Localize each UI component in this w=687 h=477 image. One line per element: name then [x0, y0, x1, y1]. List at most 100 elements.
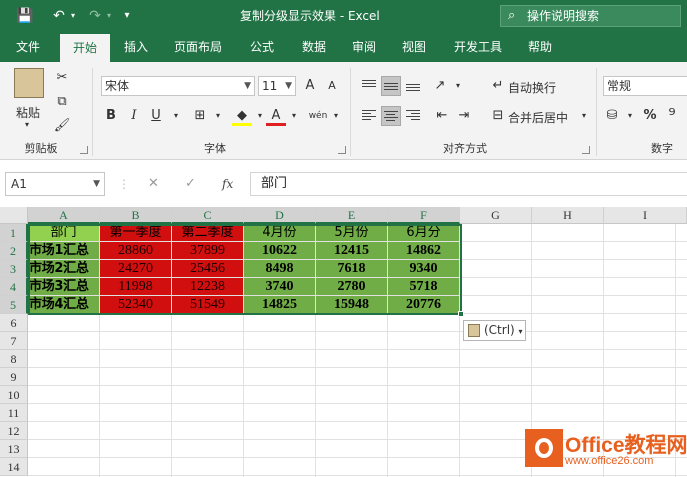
tab-review[interactable]: 审阅: [342, 32, 386, 62]
merge-center-button[interactable]: 合并后居中: [508, 109, 568, 126]
increase-indent-icon[interactable]: ⇥: [454, 106, 474, 126]
tab-file[interactable]: 文件: [6, 32, 50, 62]
tell-me-search[interactable]: ⌕ 操作说明搜索: [500, 5, 681, 27]
row-header-4[interactable]: 4: [0, 278, 28, 296]
row-header-3[interactable]: 3: [0, 260, 28, 278]
row-header-2[interactable]: 2: [0, 242, 28, 260]
column-header-i[interactable]: I: [604, 207, 687, 224]
cell-e5[interactable]: 15948: [316, 296, 388, 314]
wrap-text-icon[interactable]: ↵: [488, 76, 508, 96]
cell-f3[interactable]: 9340: [388, 260, 460, 278]
font-size-select[interactable]: 11 ▼: [258, 76, 296, 96]
select-all-corner[interactable]: [0, 207, 28, 224]
cell-d3[interactable]: 8498: [244, 260, 316, 278]
cell-f2[interactable]: 14862: [388, 242, 460, 260]
row-header-7[interactable]: 7: [0, 332, 28, 350]
cell-f4[interactable]: 5718: [388, 278, 460, 296]
accounting-format-icon[interactable]: ⛁: [602, 106, 622, 126]
cell-e1[interactable]: 5月份: [316, 224, 388, 242]
cell-e3[interactable]: 7618: [316, 260, 388, 278]
shrink-font-icon[interactable]: A: [322, 76, 342, 96]
undo-dropdown-icon[interactable]: ▾: [62, 6, 84, 26]
tab-page-layout[interactable]: 页面布局: [166, 32, 230, 62]
paste-options-button[interactable]: (Ctrl) ▾: [463, 320, 526, 341]
phonetic-dropdown-icon[interactable]: ▾: [326, 106, 346, 126]
cell-d4[interactable]: 3740: [244, 278, 316, 296]
merge-dropdown-icon[interactable]: ▾: [574, 106, 594, 126]
cell-e4[interactable]: 2780: [316, 278, 388, 296]
align-middle-icon[interactable]: [381, 76, 401, 96]
column-header-c[interactable]: C: [172, 207, 244, 224]
column-header-d[interactable]: D: [244, 207, 316, 224]
align-right-icon[interactable]: [403, 106, 423, 126]
font-launcher-icon[interactable]: [338, 146, 346, 154]
cell-b4[interactable]: 11998: [100, 278, 172, 296]
cell-c3[interactable]: 25456: [172, 260, 244, 278]
row-header-6[interactable]: 6: [0, 314, 28, 332]
cell-c4[interactable]: 12238: [172, 278, 244, 296]
formula-input[interactable]: 部门: [250, 172, 687, 196]
tab-home[interactable]: 开始: [60, 34, 110, 62]
name-box[interactable]: A1 ▼: [5, 172, 105, 196]
cell-a1[interactable]: 部门: [28, 224, 100, 242]
cell-d1[interactable]: 4月份: [244, 224, 316, 242]
orientation-icon[interactable]: ↗: [430, 76, 450, 96]
resize-handle-icon[interactable]: ⋮: [118, 172, 130, 196]
borders-dropdown-icon[interactable]: ▾: [208, 106, 228, 126]
cell-f5[interactable]: 20776: [388, 296, 460, 314]
enter-icon[interactable]: ✓: [185, 172, 196, 196]
row-header-9[interactable]: 9: [0, 368, 28, 386]
tab-help[interactable]: 帮助: [518, 32, 562, 62]
row-header-14[interactable]: 14: [0, 458, 28, 476]
orientation-dropdown-icon[interactable]: ▾: [448, 76, 468, 96]
bold-button[interactable]: B: [101, 106, 121, 126]
fill-color-icon[interactable]: ◆: [232, 106, 252, 126]
italic-button[interactable]: I: [124, 106, 144, 126]
column-header-a[interactable]: A: [28, 207, 100, 224]
comma-style-icon[interactable]: ⁹: [662, 106, 682, 126]
cell-a2[interactable]: 市场1汇总: [28, 242, 100, 260]
font-color-icon[interactable]: A: [266, 106, 286, 126]
cell-a3[interactable]: 市场2汇总: [28, 260, 100, 278]
cell-b1[interactable]: 第一季度: [100, 224, 172, 242]
wrap-text-button[interactable]: 自动换行: [508, 79, 556, 96]
cell-b5[interactable]: 52340: [100, 296, 172, 314]
copy-icon[interactable]: ⧉: [52, 92, 72, 112]
cell-f1[interactable]: 6月分: [388, 224, 460, 242]
cell-d5[interactable]: 14825: [244, 296, 316, 314]
row-header-5[interactable]: 5: [0, 296, 28, 314]
accounting-dropdown-icon[interactable]: ▾: [620, 106, 640, 126]
tab-insert[interactable]: 插入: [114, 32, 158, 62]
align-left-icon[interactable]: [359, 106, 379, 126]
tab-formulas[interactable]: 公式: [240, 32, 284, 62]
tab-view[interactable]: 视图: [392, 32, 436, 62]
cell-c1[interactable]: 第二季度: [172, 224, 244, 242]
phonetic-guide-icon[interactable]: wén: [308, 106, 328, 126]
merge-center-icon[interactable]: ⊟: [488, 106, 508, 126]
customize-qat-icon[interactable]: ▾: [116, 6, 138, 26]
row-header-1[interactable]: 1: [0, 224, 28, 242]
paste-dropdown-icon[interactable]: ▾: [25, 120, 29, 129]
font-color-dropdown-icon[interactable]: ▾: [284, 106, 304, 126]
cell-b2[interactable]: 28860: [100, 242, 172, 260]
cut-icon[interactable]: ✂: [52, 68, 72, 88]
decrease-indent-icon[interactable]: ⇤: [432, 106, 452, 126]
cancel-icon[interactable]: ✕: [148, 172, 159, 196]
fill-handle[interactable]: [458, 311, 464, 317]
cell-d2[interactable]: 10622: [244, 242, 316, 260]
paste-button[interactable]: 粘贴: [16, 104, 40, 121]
cell-a5[interactable]: 市场4汇总: [28, 296, 100, 314]
cell-a4[interactable]: 市场3汇总: [28, 278, 100, 296]
borders-icon[interactable]: ⊞: [190, 106, 210, 126]
insert-function-icon[interactable]: fx: [222, 172, 233, 196]
font-name-select[interactable]: 宋体 ▼: [101, 76, 255, 96]
tab-data[interactable]: 数据: [292, 32, 336, 62]
cell-b3[interactable]: 24270: [100, 260, 172, 278]
row-header-10[interactable]: 10: [0, 386, 28, 404]
number-format-select[interactable]: 常规: [603, 76, 687, 96]
alignment-launcher-icon[interactable]: [582, 146, 590, 154]
row-header-12[interactable]: 12: [0, 422, 28, 440]
underline-button[interactable]: U: [146, 106, 166, 126]
cell-e2[interactable]: 12415: [316, 242, 388, 260]
clipboard-launcher-icon[interactable]: [80, 146, 88, 154]
